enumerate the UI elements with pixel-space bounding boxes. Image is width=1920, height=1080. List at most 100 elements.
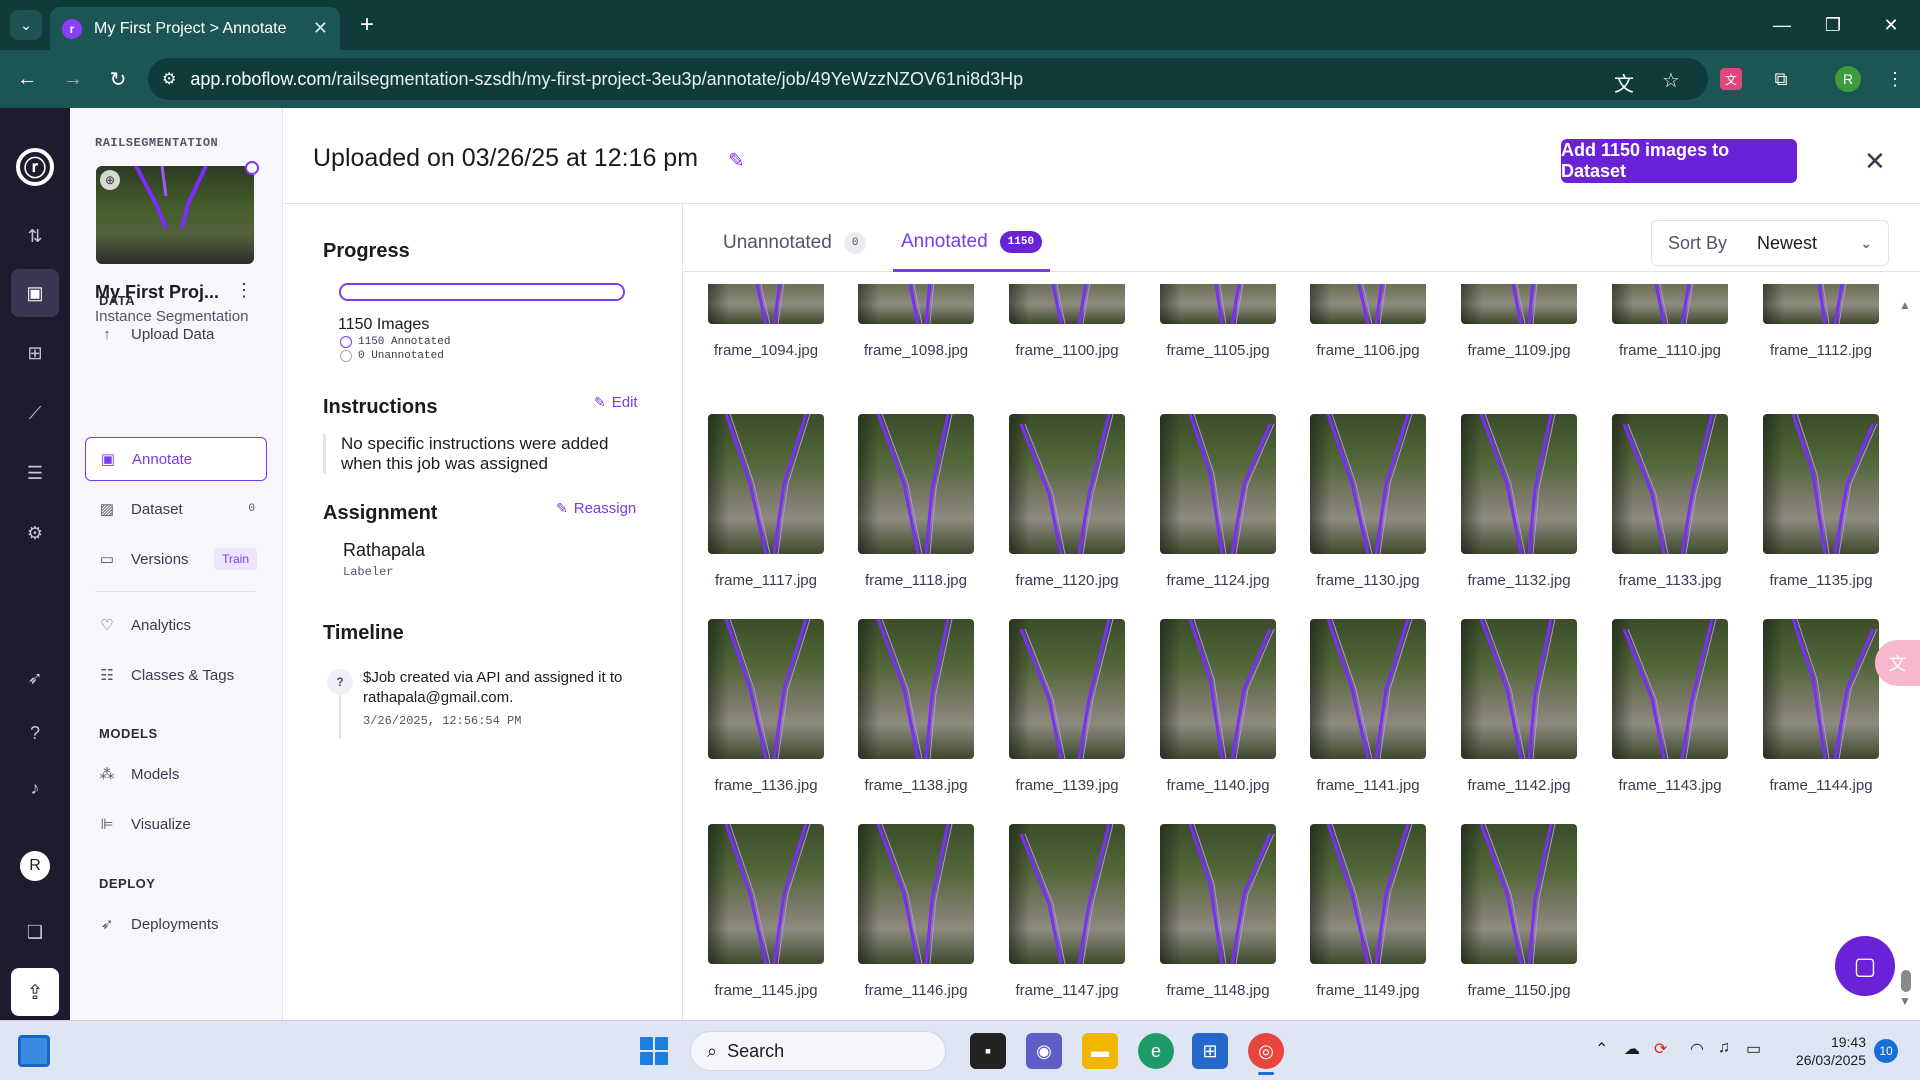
task-view-icon[interactable]: ▪ — [970, 1033, 1006, 1069]
image-thumbnail[interactable] — [1461, 619, 1577, 759]
battery-icon[interactable]: ▭ — [1746, 1039, 1761, 1059]
site-info-icon[interactable]: ⚙ — [162, 69, 176, 89]
project-more-icon[interactable]: ⋮ — [235, 280, 253, 301]
store-icon[interactable]: ⊞ — [1192, 1033, 1228, 1069]
volume-icon[interactable]: ♫ — [1718, 1039, 1730, 1057]
user-avatar[interactable]: R — [20, 851, 50, 881]
taskbar-search[interactable]: ⌕ Search — [690, 1031, 946, 1071]
image-thumbnail[interactable] — [1160, 414, 1276, 554]
docs-icon[interactable]: ❑ — [11, 908, 59, 956]
image-tile[interactable]: frame_1142.jpg — [1461, 619, 1577, 794]
image-tile[interactable]: frame_1141.jpg — [1310, 619, 1426, 794]
image-tile[interactable]: frame_1106.jpg — [1310, 284, 1426, 359]
nav-models[interactable]: ⁂ Models — [85, 752, 267, 796]
image-tile[interactable]: frame_1135.jpg — [1763, 414, 1879, 589]
bookmark-star-icon[interactable]: ☆ — [1662, 68, 1680, 93]
image-thumbnail[interactable] — [1310, 824, 1426, 964]
image-thumbnail[interactable] — [858, 619, 974, 759]
image-thumbnail[interactable] — [708, 414, 824, 554]
new-tab-button[interactable]: + — [352, 10, 382, 40]
image-tile[interactable]: frame_1133.jpg — [1612, 414, 1728, 589]
tab-unannotated[interactable]: Unannotated 0 — [723, 228, 867, 272]
image-thumbnail[interactable] — [708, 619, 824, 759]
image-thumbnail[interactable] — [1310, 619, 1426, 759]
chat-support-icon[interactable]: ▢ — [1835, 936, 1895, 996]
sort-by-select[interactable]: Sort By Newest ⌄ — [1651, 220, 1889, 266]
browser-menu-icon[interactable]: ⋮ — [1880, 64, 1910, 94]
image-thumbnail[interactable] — [1763, 284, 1879, 324]
image-tile[interactable]: frame_1094.jpg — [708, 284, 824, 359]
train-pill[interactable]: Train — [214, 548, 257, 570]
translate-widget-icon[interactable]: 文 — [1875, 640, 1920, 686]
image-thumbnail[interactable] — [1612, 414, 1728, 554]
image-thumbnail[interactable] — [1461, 824, 1577, 964]
address-bar[interactable]: ⚙ app.roboflow.com/railsegmentation-szsd… — [148, 58, 1708, 100]
browser-profile-avatar[interactable]: R — [1835, 66, 1861, 92]
image-thumbnail[interactable] — [1612, 619, 1728, 759]
wifi-icon[interactable]: ◠ — [1690, 1039, 1704, 1059]
tab-search-button[interactable]: ⌄ — [10, 10, 42, 40]
workspace-icon[interactable]: ⊞ — [11, 329, 59, 377]
swap-icon[interactable]: ⇅ — [11, 212, 59, 260]
image-tile[interactable]: frame_1146.jpg — [858, 824, 974, 999]
image-tile[interactable]: frame_1120.jpg — [1009, 414, 1125, 589]
extension-translate-icon[interactable]: 文 — [1720, 68, 1742, 90]
image-tile[interactable]: frame_1150.jpg — [1461, 824, 1577, 999]
image-tile[interactable]: frame_1110.jpg — [1612, 284, 1728, 359]
sync-icon[interactable]: ⟳ — [1654, 1039, 1667, 1059]
image-tile[interactable]: frame_1144.jpg — [1763, 619, 1879, 794]
start-icon[interactable] — [640, 1037, 668, 1065]
image-thumbnail[interactable] — [1160, 284, 1276, 324]
bell-icon[interactable]: ♪ — [11, 764, 59, 812]
image-thumbnail[interactable] — [1160, 824, 1276, 964]
translate-icon[interactable]: 文 — [1614, 68, 1634, 97]
image-thumbnail[interactable] — [1009, 414, 1125, 554]
image-tile[interactable]: frame_1130.jpg — [1310, 414, 1426, 589]
image-thumbnail[interactable] — [858, 824, 974, 964]
image-tile[interactable]: frame_1118.jpg — [858, 414, 974, 589]
reassign-link[interactable]: ✎ Reassign — [556, 500, 636, 517]
edit-instructions-link[interactable]: ✎ Edit — [594, 394, 638, 411]
image-thumbnail[interactable] — [1461, 284, 1577, 324]
tab-annotated[interactable]: Annotated 1150 — [893, 228, 1051, 272]
image-thumbnail[interactable] — [1612, 284, 1728, 324]
image-thumbnail[interactable] — [1009, 284, 1125, 324]
forward-icon[interactable]: → — [58, 64, 88, 94]
gear-icon[interactable]: ⚙ — [11, 509, 59, 557]
nav-dataset[interactable]: ▨ Dataset 0 — [85, 487, 267, 531]
image-tile[interactable]: frame_1112.jpg — [1763, 284, 1879, 359]
back-icon[interactable]: ← — [12, 64, 42, 94]
stack-icon[interactable]: ☰ — [11, 449, 59, 497]
image-tile[interactable]: frame_1148.jpg — [1160, 824, 1276, 999]
close-icon[interactable]: ✕ — [1864, 146, 1886, 177]
restore-icon[interactable]: ❐ — [1813, 10, 1853, 40]
extensions-puzzle-icon[interactable]: ⧉ — [1766, 64, 1796, 94]
browser-tab[interactable]: r My First Project > Annotate ✕ — [50, 7, 340, 50]
image-tile[interactable]: frame_1132.jpg — [1461, 414, 1577, 589]
rocket-icon[interactable]: ➶ — [11, 654, 59, 702]
image-thumbnail[interactable] — [858, 414, 974, 554]
image-tile[interactable]: frame_1145.jpg — [708, 824, 824, 999]
project-thumbnail[interactable]: ⊕ — [96, 166, 254, 264]
image-tile[interactable]: frame_1139.jpg — [1009, 619, 1125, 794]
image-thumbnail[interactable] — [1461, 414, 1577, 554]
image-thumbnail[interactable] — [1763, 414, 1879, 554]
image-tile[interactable]: frame_1117.jpg — [708, 414, 824, 589]
nav-visualize[interactable]: ⊫ Visualize — [85, 802, 267, 846]
image-thumbnail[interactable] — [858, 284, 974, 324]
image-thumbnail[interactable] — [1763, 619, 1879, 759]
nav-deployments[interactable]: ➶ Deployments — [85, 902, 267, 946]
image-tile[interactable]: frame_1140.jpg — [1160, 619, 1276, 794]
image-tile[interactable]: frame_1136.jpg — [708, 619, 824, 794]
image-tile[interactable]: frame_1147.jpg — [1009, 824, 1125, 999]
nav-versions[interactable]: ▭ Versions Train — [85, 537, 267, 581]
scrollbar-thumb[interactable] — [1901, 970, 1911, 992]
image-tile[interactable]: frame_1124.jpg — [1160, 414, 1276, 589]
minimize-icon[interactable]: — — [1762, 10, 1802, 40]
image-thumbnail[interactable] — [708, 284, 824, 324]
image-thumbnail[interactable] — [1009, 824, 1125, 964]
chrome-icon[interactable]: ◎ — [1248, 1033, 1284, 1075]
image-tile[interactable]: frame_1098.jpg — [858, 284, 974, 359]
nav-upload-data[interactable]: ↑ Upload Data — [85, 312, 267, 356]
tray-chevron-icon[interactable]: ⌃ — [1595, 1039, 1608, 1059]
